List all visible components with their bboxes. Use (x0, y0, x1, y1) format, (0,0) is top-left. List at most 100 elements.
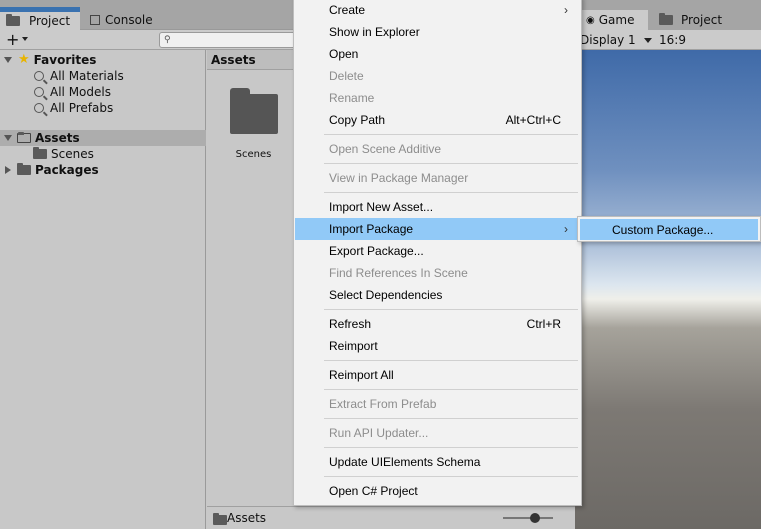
menu-separator (324, 309, 578, 310)
tree-item-all-prefabs[interactable]: All Prefabs (0, 100, 206, 116)
menu-item-label: Copy Path (329, 113, 386, 127)
console-icon (90, 15, 100, 25)
breadcrumb[interactable]: Assets (227, 511, 266, 525)
folder-icon (659, 13, 673, 25)
folder-icon (213, 513, 227, 525)
menu-item-label: Select Dependencies (329, 288, 443, 302)
menu-shortcut: Alt+Ctrl+C (505, 113, 561, 127)
menu-item-reimport-all[interactable]: Reimport All (295, 364, 580, 386)
tree-item-packages[interactable]: Packages (0, 162, 206, 178)
assets-bottom-bar: Assets (207, 506, 575, 529)
menu-item-label: Reimport All (329, 368, 394, 382)
tree-item-favorites[interactable]: ★ Favorites (0, 52, 206, 68)
menu-separator (324, 447, 578, 448)
tab-project-secondary[interactable]: Project (653, 10, 761, 30)
tree-label-favorites: Favorites (33, 53, 97, 67)
display-select[interactable]: Display 1 (580, 33, 636, 47)
menu-item-label: Delete (329, 69, 364, 83)
folder-icon[interactable] (230, 88, 278, 134)
menu-item-label: Export Package... (329, 244, 424, 258)
menu-item-label: Create (329, 3, 366, 17)
menu-item-label: Find References In Scene (329, 266, 468, 280)
tree-item-scenes[interactable]: Scenes (0, 146, 206, 162)
search-input[interactable]: ⚲ (159, 32, 299, 48)
game-toolbar: Display 1 16:9 (575, 30, 761, 50)
tab-project[interactable]: Project (0, 10, 80, 30)
menu-separator (324, 418, 578, 419)
game-viewport[interactable] (575, 50, 761, 529)
search-icon (34, 71, 44, 81)
menu-item-open[interactable]: Open (295, 43, 580, 65)
menu-item-show-in-explorer[interactable]: Show in Explorer (295, 21, 580, 43)
menu-item-update-uielements-schema[interactable]: Update UIElements Schema (295, 451, 580, 473)
tree-label-packages: Packages (35, 163, 99, 177)
tree-label-assets: Assets (35, 131, 80, 145)
menu-item-label: Open Scene Additive (329, 142, 442, 156)
menu-item-rename: Rename (295, 87, 580, 109)
menu-item-label: Extract From Prefab (329, 397, 437, 411)
tab-console-label: Console (105, 13, 153, 27)
menu-item-label: View in Package Manager (329, 171, 469, 185)
menu-item-label: Rename (329, 91, 375, 105)
search-icon (34, 87, 44, 97)
menu-item-import-package[interactable]: Import Package › (295, 218, 580, 240)
menu-item-label: Show in Explorer (329, 25, 420, 39)
icon-size-slider-track[interactable] (503, 517, 553, 519)
menu-item-copy-path[interactable]: Copy Path Alt+Ctrl+C (295, 109, 580, 131)
import-package-submenu: Custom Package... (577, 216, 761, 242)
menu-item-label: Run API Updater... (329, 426, 429, 440)
menu-item-extract-from-prefab: Extract From Prefab (295, 393, 580, 415)
tree-label-scenes: Scenes (51, 147, 94, 161)
menu-item-label: Custom Package... (612, 222, 714, 237)
menu-item-run-api-updater: Run API Updater... (295, 422, 580, 444)
add-dropdown-caret-icon[interactable] (22, 37, 28, 41)
menu-separator (324, 360, 578, 361)
chevron-right-icon: › (564, 3, 568, 17)
menu-item-reimport[interactable]: Reimport (295, 335, 580, 357)
menu-separator (324, 476, 578, 477)
expand-down-icon[interactable] (4, 135, 12, 141)
tab-game[interactable]: ◉ Game (580, 10, 648, 30)
menu-item-label: Refresh (329, 317, 372, 331)
menu-item-import-new-asset[interactable]: Import New Asset... (295, 196, 580, 218)
search-icon: ⚲ (164, 35, 171, 45)
open-folder-icon (17, 132, 31, 143)
menu-separator (324, 134, 578, 135)
menu-item-export-package[interactable]: Export Package... (295, 240, 580, 262)
tab-project-label: Project (29, 14, 71, 28)
folder-icon (6, 14, 20, 26)
chevron-down-icon[interactable] (644, 38, 652, 43)
assets-pane-header: Assets (207, 50, 300, 70)
menu-item-open-scene-additive: Open Scene Additive (295, 138, 580, 160)
tab-game-label: Game (598, 13, 635, 27)
folder-icon (17, 163, 31, 175)
menu-separator (324, 389, 578, 390)
tab-project-secondary-label: Project (681, 13, 723, 27)
menu-item-view-in-package-manager: View in Package Manager (295, 167, 580, 189)
gamepad-icon: ◉ (586, 14, 595, 26)
tab-console[interactable]: Console (84, 10, 194, 30)
chevron-right-icon: › (564, 222, 568, 236)
aspect-select[interactable]: 16:9 (659, 33, 686, 47)
tree-item-assets[interactable]: Assets (0, 130, 206, 146)
menu-item-open-csharp-project[interactable]: Open C# Project (295, 480, 580, 502)
add-button[interactable]: + (6, 30, 19, 50)
tree-item-all-models[interactable]: All Models (0, 84, 206, 100)
menu-item-create[interactable]: Create › (295, 0, 580, 21)
project-toolbar: + ⚲ (0, 30, 300, 50)
menu-item-select-dependencies[interactable]: Select Dependencies (295, 284, 580, 306)
game-tab-bar: ◉ Game Project (575, 10, 761, 30)
search-icon (34, 103, 44, 113)
expand-down-icon[interactable] (4, 57, 12, 63)
menu-item-refresh[interactable]: Refresh Ctrl+R (295, 313, 580, 335)
menu-shortcut: Ctrl+R (526, 317, 561, 331)
menu-item-delete: Delete (295, 65, 580, 87)
asset-label-scenes[interactable]: Scenes (207, 149, 300, 160)
folder-icon (33, 147, 47, 159)
tree-item-all-materials[interactable]: All Materials (0, 68, 206, 84)
project-folder-tree: ★ Favorites All Materials All Models All… (0, 50, 206, 529)
expand-right-icon[interactable] (5, 166, 11, 174)
icon-size-slider-handle[interactable] (530, 513, 540, 523)
menu-item-custom-package[interactable]: Custom Package... (580, 219, 758, 240)
menu-item-label: Update UIElements Schema (329, 455, 481, 469)
